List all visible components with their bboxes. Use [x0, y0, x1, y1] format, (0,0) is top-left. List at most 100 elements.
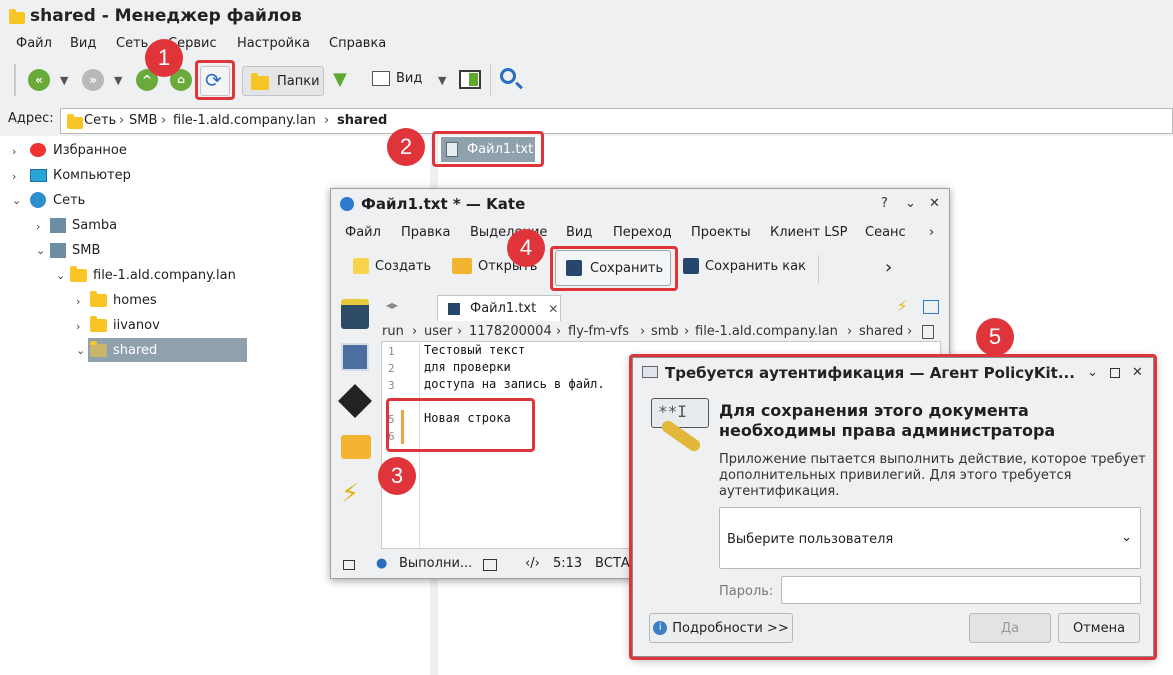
chevron-down-icon[interactable]: ▼	[60, 74, 68, 87]
expand-icon[interactable]: ›	[36, 220, 40, 233]
collapse-icon[interactable]: ⌄	[36, 244, 45, 257]
fm-menu-view[interactable]: Вид	[70, 36, 96, 51]
floppy-icon	[448, 302, 460, 315]
toolbar-separator	[490, 64, 491, 96]
tab-file1[interactable]: Файл1.txt ✕	[437, 295, 561, 321]
projects-icon[interactable]	[341, 343, 369, 371]
tree-item-label: homes	[113, 292, 157, 308]
tree-item-homes[interactable]: homes	[90, 289, 157, 311]
search-icon[interactable]	[500, 68, 516, 84]
kate-sidebar: ⚡	[331, 293, 379, 548]
status-cursor-position[interactable]: 5:13	[553, 556, 582, 571]
menu-overflow-icon[interactable]: ›	[929, 225, 934, 240]
kate-menu-file[interactable]: Файл	[345, 225, 381, 240]
new-button[interactable]: Создать	[353, 258, 431, 274]
view-button[interactable]: Вид	[372, 71, 422, 86]
crumb-server[interactable]: file-1.ald.company.lan	[695, 324, 838, 339]
close-tab-icon[interactable]: ✕	[548, 302, 558, 316]
kate-menu-view[interactable]: Вид	[566, 225, 592, 240]
expand-icon[interactable]: ›	[76, 295, 80, 308]
line-number: 3	[388, 379, 395, 392]
status-input-mode[interactable]: ВСТА	[595, 556, 630, 571]
crumb-uid[interactable]: 1178200004	[469, 324, 552, 339]
quick-action-icon[interactable]: ⚡	[897, 297, 908, 315]
tree-item-computer[interactable]: Компьютер	[30, 164, 131, 186]
crumb-separator: ›	[556, 324, 562, 339]
kate-menu-session[interactable]: Сеанс	[865, 225, 906, 240]
address-input[interactable]: Сеть › SMB › file-1.ald.company.lan › sh…	[60, 108, 1173, 134]
minimize-icon[interactable]: ⌄	[905, 196, 916, 211]
tree-item-server[interactable]: file-1.ald.company.lan	[70, 264, 236, 286]
heart-icon	[30, 143, 46, 157]
breadcrumb-server[interactable]: file-1.ald.company.lan	[173, 113, 316, 128]
collapse-icon[interactable]: ⌄	[76, 344, 85, 357]
message-icon[interactable]	[343, 560, 355, 570]
tree-item-samba[interactable]: Samba	[50, 214, 117, 236]
chevron-down-icon[interactable]: ▼	[114, 74, 122, 87]
save-as-button-label: Сохранить как	[705, 258, 806, 274]
toolbar-overflow-icon[interactable]: ›	[885, 257, 892, 278]
help-icon[interactable]: ?	[881, 196, 888, 211]
step-marker-4: 4	[507, 229, 545, 267]
tree-item-network[interactable]: Сеть	[30, 189, 85, 211]
folder-icon	[9, 9, 25, 24]
folders-button[interactable]: Папки	[242, 66, 324, 96]
code-icon[interactable]: ‹/›	[525, 556, 540, 571]
filesystem-icon[interactable]	[341, 435, 371, 459]
fm-menu-file[interactable]: Файл	[16, 36, 52, 51]
tab-prev-icon[interactable]: ◂▸	[386, 298, 398, 312]
kate-menu-edit[interactable]: Правка	[401, 225, 450, 240]
breadcrumb-network[interactable]: Сеть	[84, 113, 116, 128]
collapse-icon[interactable]: ⌄	[56, 269, 65, 282]
tree-item-label: file-1.ald.company.lan	[93, 267, 236, 283]
step-marker-2: 2	[387, 128, 425, 166]
plugins-icon[interactable]: ⚡	[341, 479, 359, 509]
status-search[interactable]: Выполни...	[399, 556, 472, 571]
expand-icon[interactable]: ›	[76, 320, 80, 333]
back-icon[interactable]: «	[28, 69, 50, 91]
crumb-vfs[interactable]: fly-fm-vfs	[568, 324, 629, 339]
text-file-icon[interactable]	[922, 325, 934, 339]
tree-item-label: iivanov	[113, 317, 160, 333]
crumb-shared[interactable]: shared	[859, 324, 903, 339]
expand-icon[interactable]: ›	[12, 170, 16, 183]
view-icon	[372, 71, 390, 86]
kate-menu-lsp[interactable]: Клиент LSP	[770, 225, 848, 240]
expand-icon[interactable]: ›	[12, 145, 16, 158]
documents-icon[interactable]	[341, 299, 369, 329]
folder-icon	[70, 265, 87, 282]
tree-item-label: Избранное	[53, 142, 127, 158]
kate-menu-go[interactable]: Переход	[613, 225, 672, 240]
git-icon[interactable]	[338, 384, 372, 418]
folder-icon	[90, 315, 107, 332]
chevron-down-icon[interactable]: ▼	[438, 74, 446, 87]
tree-item-label: Samba	[72, 217, 118, 233]
highlight-file	[432, 131, 544, 167]
tree-item-label: Сеть	[53, 192, 86, 208]
breadcrumb-shared[interactable]: shared	[337, 113, 387, 128]
crumb-user[interactable]: user	[424, 324, 452, 339]
kate-menu-projects[interactable]: Проекты	[691, 225, 751, 240]
panel-icon[interactable]	[483, 559, 497, 571]
crumb-smb[interactable]: smb	[651, 324, 679, 339]
split-view-icon[interactable]	[923, 300, 939, 314]
fm-menu-settings[interactable]: Настройка	[237, 36, 310, 51]
save-as-button[interactable]: Сохранить как	[683, 258, 806, 274]
tree-item-iivanov[interactable]: iivanov	[90, 314, 160, 336]
search-icon-handle	[515, 81, 523, 90]
close-icon[interactable]: ✕	[929, 196, 940, 211]
tree-item-smb[interactable]: SMB	[50, 239, 100, 261]
fm-menu-network[interactable]: Сеть	[116, 36, 148, 51]
forward-icon[interactable]: »	[82, 69, 104, 91]
filter-icon[interactable]: ▼	[333, 69, 347, 90]
breadcrumb-smb[interactable]: SMB	[129, 113, 157, 128]
search-icon[interactable]: ●	[376, 556, 387, 571]
fm-menu-help[interactable]: Справка	[329, 36, 386, 51]
crumb-run[interactable]: run	[382, 324, 404, 339]
tree-item-favorites[interactable]: Избранное	[30, 139, 127, 161]
panel-icon[interactable]	[459, 70, 481, 89]
collapse-icon[interactable]: ⌄	[12, 194, 21, 207]
highlight-refresh	[195, 60, 235, 100]
tree-item-shared[interactable]: shared	[90, 339, 157, 361]
address-bar: Адрес: Сеть › SMB › file-1.ald.company.l…	[0, 103, 1173, 135]
